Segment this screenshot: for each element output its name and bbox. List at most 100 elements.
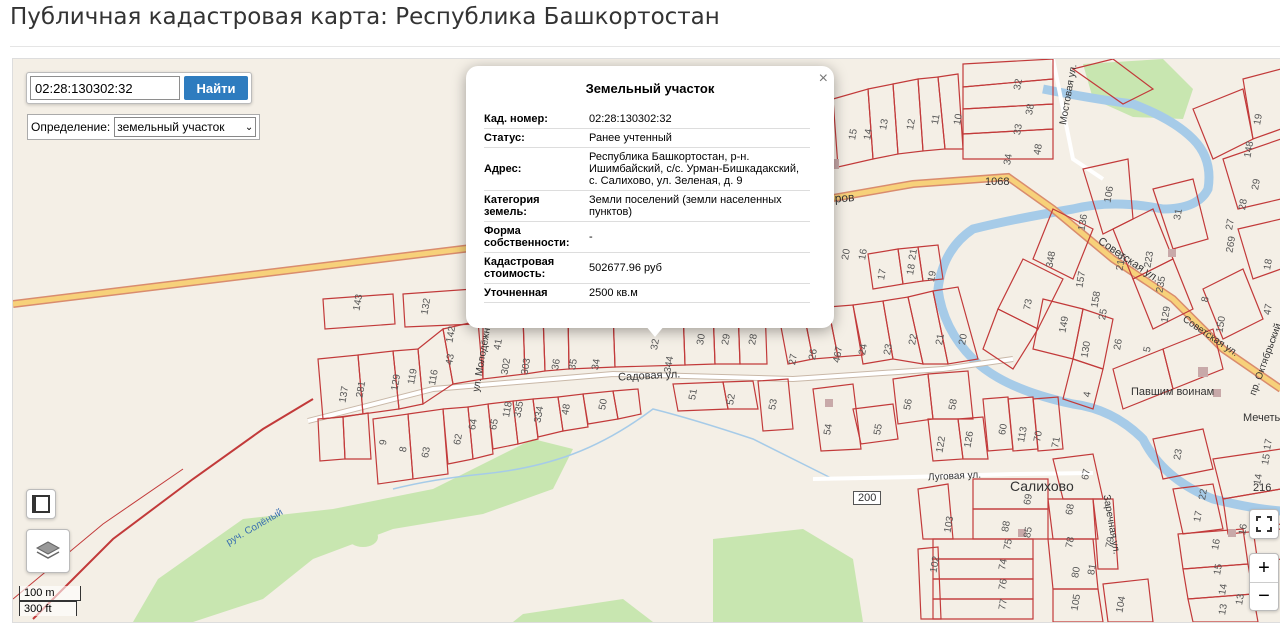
attribute-value: Ранее учтенный — [589, 128, 810, 148]
attribute-key: Категория земель: — [484, 190, 589, 222]
parcel-number: 19 — [1252, 113, 1265, 126]
parcel-number: 21 — [907, 248, 920, 261]
green-area — [348, 527, 378, 547]
zoom-in-button[interactable]: + — [1250, 554, 1278, 583]
parcel-number: 30 — [695, 333, 708, 346]
parcel-number: 26 — [1112, 338, 1125, 351]
parcel-number: 12 — [905, 118, 918, 131]
parcel-number: 22 — [1197, 488, 1210, 501]
parcel-info-popup: × Земельный участок Кад. номер: 02:28:130… — [466, 66, 834, 328]
parcel-number: 36 — [550, 358, 563, 371]
attribute-value: - — [589, 221, 810, 253]
cadastral-map[interactable]: Салихово Садовая ул. Советская ул. Совет… — [12, 58, 1280, 623]
popup-tip — [645, 325, 665, 337]
attribute-value: 2500 кв.м — [589, 283, 810, 303]
cadastral-search-input[interactable] — [30, 76, 180, 100]
parcel-number: 69 — [1022, 493, 1035, 506]
parcel-number: 71 — [1050, 436, 1063, 449]
parcel-number: 73 — [1022, 298, 1035, 311]
definition-select[interactable]: земельный участок ⌄ — [114, 117, 257, 137]
parcel-number: 75 — [1002, 538, 1015, 551]
parcel-number: 20 — [840, 248, 853, 261]
parcel-number: 68 — [1064, 503, 1077, 516]
green-area — [713, 529, 863, 622]
attribute-key: Уточненная — [484, 283, 589, 303]
parcel-number: 58 — [947, 398, 960, 411]
parcel-number: 15 — [847, 128, 860, 141]
parcel-number: 21 — [934, 333, 947, 346]
parcel-number: 54 — [822, 423, 835, 436]
attribute-row: Кадастровая стоимость: 502677.96 руб — [484, 252, 810, 284]
parcel-number: 13 — [1217, 603, 1230, 616]
parcel-number: 14 — [1217, 583, 1230, 596]
parcel-number: 23 — [882, 343, 895, 356]
parcel-number: 56 — [902, 398, 915, 411]
parcel-number: 16 — [1210, 538, 1223, 551]
zoom-control: + − — [1249, 553, 1279, 611]
popup-title: Земельный участок — [585, 81, 715, 96]
parcel-number: 24 — [857, 343, 870, 356]
parcel-number: 29 — [1250, 178, 1263, 191]
parcel-number: 17 — [1262, 438, 1275, 451]
search-button[interactable]: Найти — [184, 76, 248, 100]
title-divider — [10, 46, 1280, 47]
scale-imperial: 300 ft — [19, 601, 77, 616]
attribute-row: Статус: Ранее учтенный — [484, 128, 810, 148]
road-number-label: 1068 — [985, 176, 1010, 188]
parcel-number: 34 — [1002, 153, 1015, 166]
attribute-row: Уточненная 2500 кв.м — [484, 283, 810, 303]
parcel-number: 35 — [567, 358, 580, 371]
parcel-number: 27 — [1224, 218, 1237, 231]
parcel-number: 28 — [747, 333, 760, 346]
parcel-number: 79 — [1104, 536, 1117, 549]
popup-attributes[interactable]: Кад. номер: 02:28:130302:32 Статус: Ранее … — [484, 110, 810, 316]
parcel-number: 52 — [725, 393, 738, 406]
attribute-row: Адрес: Республика Башкортостан, р-н. Ишим… — [484, 147, 810, 191]
parcel-number: 15 — [1212, 563, 1225, 576]
legend-button[interactable] — [26, 489, 56, 519]
parcel-number: 34 — [590, 358, 603, 371]
attribute-key: Форма собственности: — [484, 221, 589, 253]
parcel-number: 50 — [597, 398, 610, 411]
definition-label: Определение: — [31, 120, 111, 134]
parcel-number: 33 — [1012, 123, 1025, 136]
parcel-number: 11 — [929, 113, 943, 126]
definition-selected-value: земельный участок — [117, 120, 225, 134]
parcel-number: 48 — [1032, 143, 1045, 156]
scale-metric: 100 m — [19, 586, 81, 601]
parcel-number: 62 — [452, 433, 465, 446]
parcel-number: 32 — [1012, 78, 1025, 91]
close-icon[interactable]: × — [819, 70, 828, 88]
attribute-key: Кад. номер: — [484, 110, 589, 129]
green-area — [513, 599, 653, 622]
attribute-value: Земли поселений (земли населенных пункто… — [589, 190, 810, 222]
parcel-number: 74 — [997, 558, 1010, 571]
parcel-number: 53 — [767, 398, 780, 411]
attribute-row: Кад. номер: 02:28:130302:32 — [484, 110, 810, 129]
fullscreen-button[interactable] — [1249, 509, 1279, 539]
parcel-number: 26 — [807, 348, 820, 361]
parcel-number: 14 — [1252, 473, 1265, 486]
parcel-number: 22 — [907, 333, 920, 346]
search-panel: Найти — [26, 72, 252, 104]
zoom-out-button[interactable]: − — [1250, 583, 1278, 610]
parcel-number: 17 — [1192, 510, 1205, 523]
parcel-number: 70 — [1032, 430, 1045, 443]
parcel-number: 77 — [997, 598, 1010, 611]
parcel-number: 18 — [1262, 258, 1275, 271]
parcel-number: 25 — [1097, 308, 1110, 321]
parcel-number: 18 — [905, 263, 918, 276]
chevron-down-icon: ⌄ — [244, 121, 254, 133]
book-icon — [32, 495, 50, 513]
parcel-number: 19 — [926, 270, 939, 283]
layers-button[interactable] — [26, 529, 70, 573]
parcel-number: 67 — [1080, 468, 1093, 481]
parcel-number: 13 — [1234, 593, 1247, 606]
parcel-number: 10 — [952, 113, 965, 126]
page-title: Публичная кадастровая карта: Республика … — [10, 4, 720, 30]
stream — [392, 408, 834, 490]
parcel-number: 51 — [687, 388, 700, 401]
parcel-number: 80 — [1070, 566, 1083, 579]
parcel-number: 88 — [1000, 520, 1013, 533]
parcel-number: 28 — [1237, 198, 1250, 211]
